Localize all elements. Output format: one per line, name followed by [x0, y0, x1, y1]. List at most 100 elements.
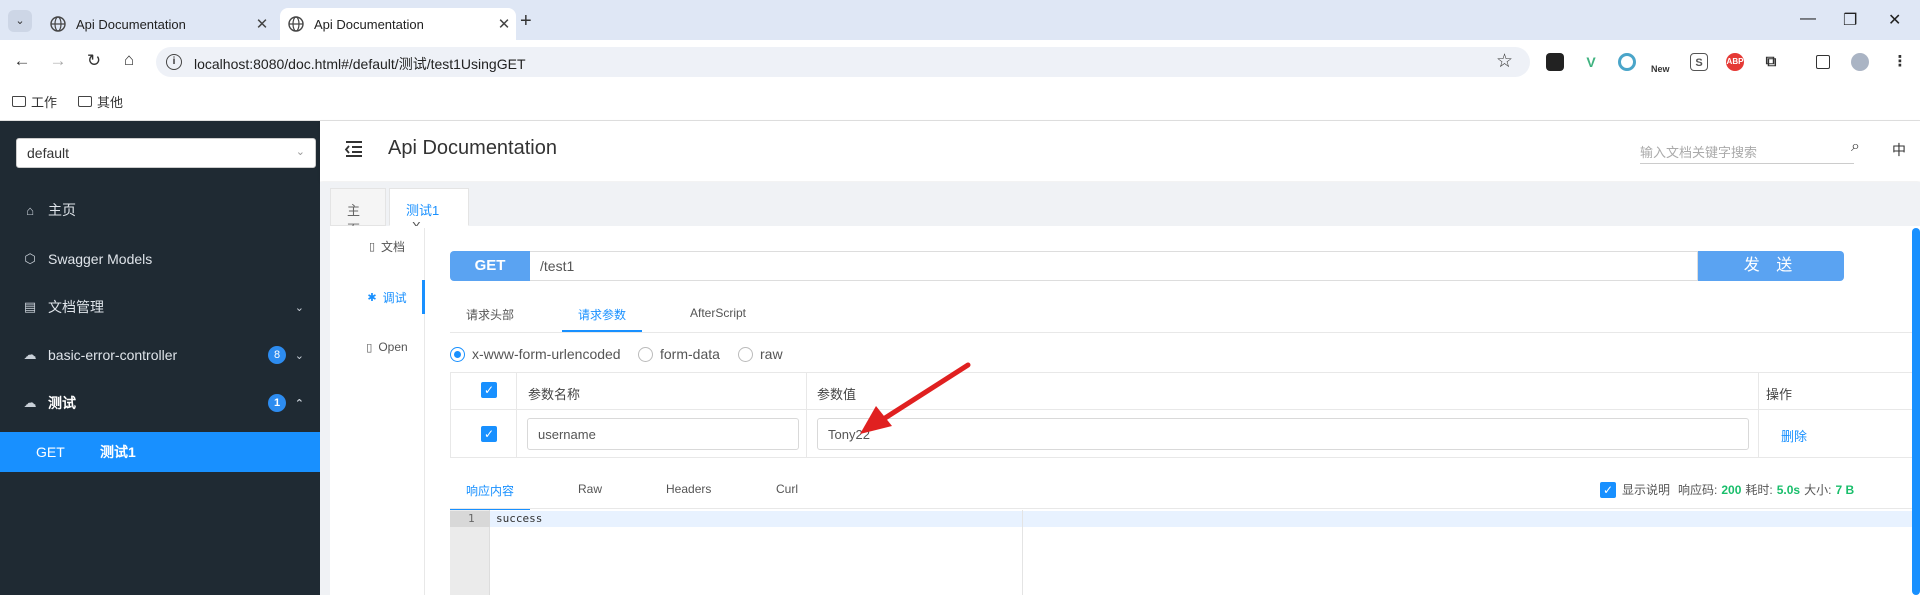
tab-request-headers[interactable]: 请求头部	[450, 302, 530, 332]
side-tab-open[interactable]: ▯ Open	[350, 337, 424, 357]
reload-icon[interactable]: ↻	[83, 51, 105, 71]
column-header: 操作	[1766, 387, 1793, 402]
show-desc-label: 显示说明	[1622, 483, 1671, 497]
api-name-label: 测试1	[100, 444, 136, 460]
side-tab-label: Open	[378, 340, 408, 354]
side-tab-doc[interactable]: ▯ 文档	[350, 236, 424, 256]
send-button[interactable]: 发 送	[1698, 251, 1844, 281]
adblock-icon[interactable]: ABP	[1726, 53, 1744, 71]
minimize-icon[interactable]: —	[1800, 10, 1816, 28]
divider	[450, 409, 1920, 410]
new-extension-icon[interactable]: New	[1651, 60, 1670, 78]
divider	[450, 508, 1920, 509]
shopping-bag-icon[interactable]	[1546, 53, 1564, 71]
request-path-input[interactable]: /test1	[530, 251, 1698, 281]
globe-icon	[50, 16, 66, 32]
radio-circle	[450, 346, 465, 362]
bookmark-star-icon[interactable]: ☆	[1496, 50, 1513, 73]
sidebar-item-doc-manage[interactable]: ▤ 文档管理 ⌄	[0, 283, 320, 331]
document-icon: ▯	[368, 240, 376, 253]
close-icon[interactable]: ✕	[250, 15, 274, 33]
forward-icon[interactable]: →	[47, 51, 69, 71]
sidebar-item-basic-error-controller[interactable]: ☁ basic-error-controller 8 ⌄	[0, 331, 320, 379]
bookmark-folder-work[interactable]: 工作	[12, 92, 57, 111]
new-tab-icon[interactable]: +	[520, 10, 532, 33]
sidebar-item-label: Swagger Models	[48, 251, 153, 267]
sidebar-item-label: 主页	[48, 202, 76, 218]
chevron-down-icon: ⌄	[295, 146, 305, 158]
tab-response-raw[interactable]: Raw	[562, 480, 618, 510]
side-panel-icon[interactable]	[1816, 55, 1830, 69]
sidebar-item-test1[interactable]: GET 测试1	[0, 432, 320, 472]
delete-link[interactable]: 删除	[1781, 426, 1807, 445]
page-title: Api Documentation	[388, 137, 557, 159]
row-checkbox[interactable]: ✓	[481, 426, 497, 442]
radio-urlencoded[interactable]: x-www-form-urlencoded	[450, 346, 621, 362]
menu-collapse-icon[interactable]	[344, 140, 364, 158]
cube-icon: ⬡	[24, 251, 36, 266]
chevron-up-icon: ⌃	[294, 397, 304, 410]
tab-home[interactable]: 主页	[330, 188, 386, 237]
restore-icon[interactable]: ❐	[1843, 10, 1857, 30]
browser-tab-1[interactable]: Api Documentation ✕	[42, 8, 274, 40]
time-label: 耗时:	[1745, 483, 1773, 497]
line-number: 1	[468, 512, 475, 525]
size-label: 大小:	[1804, 483, 1832, 497]
http-method-badge: GET	[450, 251, 530, 281]
column-header: 参数名称	[528, 387, 581, 402]
tab-test1[interactable]: 测试1 X	[389, 188, 469, 234]
browser-tab-2[interactable]: Api Documentation ✕	[280, 8, 516, 40]
circle-extension-icon[interactable]	[1618, 53, 1636, 71]
chevron-down-icon: ⌄	[294, 301, 304, 314]
active-line-highlight	[450, 511, 1920, 527]
bookmark-label: 工作	[31, 95, 58, 110]
divider	[450, 332, 1920, 333]
show-desc-checkbox[interactable]: ✓	[1600, 481, 1616, 498]
sidebar-item-swagger-models[interactable]: ⬡ Swagger Models	[0, 235, 320, 283]
url-text[interactable]: localhost:8080/doc.html#/default/测试/test…	[194, 54, 526, 74]
window-close-icon[interactable]: ✕	[1888, 10, 1901, 30]
radio-label: form-data	[660, 346, 720, 362]
tab-request-params[interactable]: 请求参数	[562, 302, 643, 332]
extensions-puzzle-icon[interactable]: ⧉	[1762, 53, 1780, 71]
response-body-text[interactable]: success	[496, 512, 542, 525]
side-tab-label: 文档	[381, 239, 406, 254]
select-all-checkbox[interactable]: ✓	[481, 382, 497, 398]
sidebar-item-test[interactable]: ☁ 测试 1 ⌃	[0, 379, 320, 427]
sidebar-item-label: basic-error-controller	[48, 347, 178, 363]
language-switch[interactable]: 中	[1892, 140, 1906, 160]
response-time: 5.0s	[1776, 482, 1801, 497]
param-name-input[interactable]: username	[527, 418, 799, 450]
more-menu-icon[interactable]: ⋮	[1891, 53, 1909, 71]
s-extension-icon[interactable]: S	[1690, 53, 1708, 71]
group-select[interactable]: default ⌄	[16, 138, 316, 168]
cloud-icon: ☁	[23, 347, 37, 362]
tab-search-chevron-icon[interactable]: ⌄	[8, 10, 32, 32]
bookmark-folder-other[interactable]: 其他	[78, 92, 123, 111]
back-icon[interactable]: ←	[11, 51, 33, 71]
vue-devtools-icon[interactable]: V	[1582, 53, 1600, 71]
site-info-icon[interactable]: i	[166, 54, 182, 70]
scrollbar[interactable]	[1912, 228, 1920, 595]
bug-icon: ✱	[367, 291, 377, 304]
tab-response-content[interactable]: 响应内容	[450, 480, 531, 510]
radio-form-data[interactable]: form-data	[638, 346, 720, 362]
annotation-arrow-icon	[860, 362, 971, 434]
tab-response-headers[interactable]: Headers	[650, 480, 727, 510]
doc-search-input[interactable]: 输入文档关键字搜索	[1640, 138, 1854, 164]
editor-print-margin	[1022, 510, 1023, 595]
count-badge: 1	[268, 394, 286, 412]
browser-tab-title: Api Documentation	[314, 16, 424, 32]
search-icon[interactable]: ⌕	[1851, 138, 1860, 156]
folder-icon	[78, 96, 92, 107]
close-icon[interactable]: ✕	[492, 15, 516, 33]
radio-raw[interactable]: raw	[738, 346, 783, 362]
sidebar-item-home[interactable]: ⌂ 主页	[0, 186, 320, 234]
tab-response-curl[interactable]: Curl	[760, 480, 814, 510]
tab-afterscript[interactable]: AfterScript	[674, 302, 762, 332]
divider	[806, 372, 807, 458]
profile-avatar[interactable]	[1851, 53, 1869, 71]
side-tab-debug[interactable]: ✱ 调试	[350, 287, 424, 307]
radio-label: raw	[760, 346, 783, 362]
home-icon[interactable]: ⌂	[118, 50, 140, 70]
